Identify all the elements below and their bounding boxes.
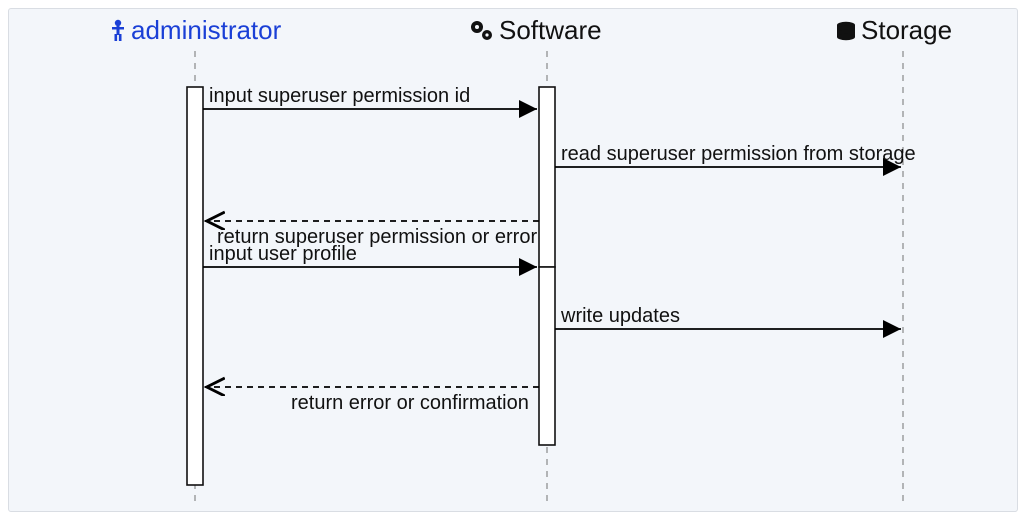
participant-storage-label: Storage [861, 15, 952, 45]
sequence-diagram: administrator Software Storage [9, 9, 1017, 511]
person-icon [112, 20, 124, 41]
message-label: return error or confirmation [291, 392, 529, 414]
activation-administrator [187, 87, 203, 485]
gears-icon [471, 21, 492, 40]
participant-administrator: administrator [112, 15, 282, 45]
participant-software-label: Software [499, 15, 602, 45]
message-label: input superuser permission id [209, 85, 470, 107]
database-icon [837, 22, 855, 40]
message-label: input user profile [209, 243, 357, 265]
message-write-updates: write updates [555, 305, 901, 329]
message-return-confirmation: return error or confirmation [205, 387, 539, 414]
activation-software-1 [539, 87, 555, 267]
activation-software-2 [539, 267, 555, 445]
participant-software: Software [471, 15, 602, 45]
message-input-superuser-permission-id: input superuser permission id [203, 85, 537, 109]
diagram-frame: administrator Software Storage [8, 8, 1018, 512]
participant-storage: Storage [837, 15, 952, 45]
message-label: read superuser permission from storage [561, 143, 916, 165]
participant-administrator-label: administrator [131, 15, 282, 45]
message-label: write updates [560, 305, 680, 327]
message-read-superuser-permission: read superuser permission from storage [555, 143, 916, 167]
